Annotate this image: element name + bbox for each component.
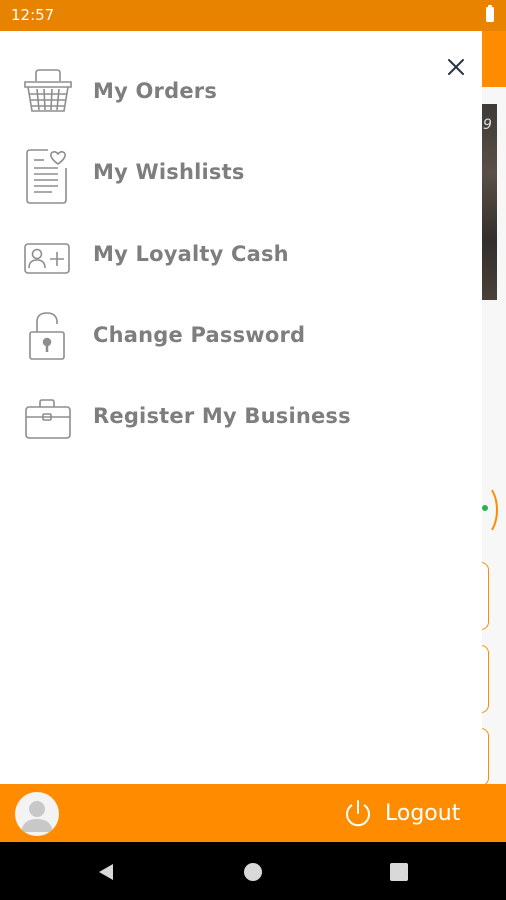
loyalty-card-icon	[22, 241, 74, 293]
user-avatar-icon[interactable]	[15, 792, 59, 836]
menu-item-my-loyalty-cash[interactable]: My Loyalty Cash	[0, 221, 482, 291]
recent-apps-icon[interactable]	[390, 863, 408, 881]
navigation-drawer: My Orders My Wishlists My Loyalty Cash C…	[0, 31, 482, 784]
back-icon[interactable]	[96, 862, 116, 882]
unlock-icon	[22, 310, 74, 362]
menu-item-change-password[interactable]: Change Password	[0, 302, 482, 372]
power-icon	[346, 800, 370, 827]
battery-full-icon	[486, 5, 494, 22]
menu-item-label: My Loyalty Cash	[93, 242, 289, 266]
background-app-image-text: 9	[483, 117, 492, 133]
logout-button[interactable]: Logout	[343, 796, 460, 830]
basket-icon	[22, 67, 74, 119]
menu-item-label: My Wishlists	[93, 160, 245, 184]
menu-item-label: Register My Business	[93, 404, 351, 428]
background-app-image	[482, 104, 497, 300]
menu-item-label: My Orders	[93, 79, 218, 103]
status-bar: 12:57	[0, 0, 506, 31]
wishlist-icon	[22, 144, 74, 204]
home-icon[interactable]	[244, 863, 262, 881]
drawer-footer: Logout	[0, 784, 506, 842]
menu-item-label: Change Password	[93, 323, 306, 347]
briefcase-icon	[22, 398, 74, 450]
background-app-status-dot	[482, 505, 488, 511]
menu-item-my-orders[interactable]: My Orders	[0, 58, 482, 128]
status-time: 12:57	[11, 6, 55, 24]
system-nav-bar	[0, 842, 506, 900]
menu-item-register-my-business[interactable]: Register My Business	[0, 383, 482, 453]
logout-label: Logout	[385, 800, 461, 826]
menu-item-my-wishlists[interactable]: My Wishlists	[0, 139, 482, 209]
background-app-header	[482, 31, 506, 87]
